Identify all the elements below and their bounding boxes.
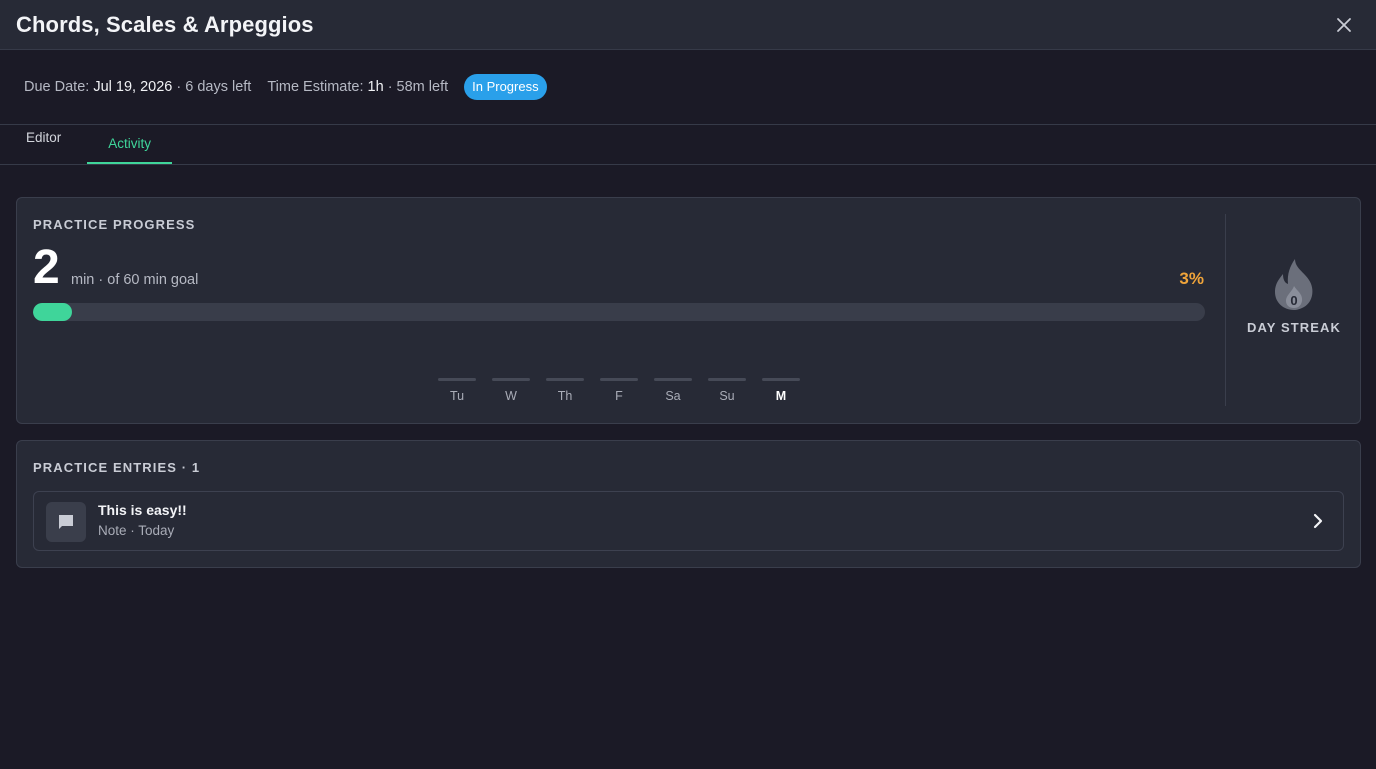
close-icon [1337, 18, 1351, 32]
modal-header: Chords, Scales & Arpeggios [0, 0, 1376, 50]
day-streak-label: DAY STREAK [1246, 320, 1342, 335]
task-meta: Due Date: Jul 19, 2026 · 6 days left Tim… [0, 50, 1376, 125]
progress-bar [33, 303, 1205, 321]
day-streak: 0 DAY STREAK [1226, 258, 1362, 335]
practice-goal-text: min · of 60 min goal [71, 272, 199, 288]
day-th: Th [546, 378, 584, 403]
close-button[interactable] [1334, 15, 1354, 35]
day-m: M [762, 378, 800, 403]
status-badge[interactable]: In Progress [464, 74, 547, 100]
day-tu: Tu [438, 378, 476, 403]
chevron-right-icon [1313, 513, 1323, 529]
practice-progress-card: PRACTICE PROGRESS 2 min · of 60 min goal… [16, 197, 1361, 424]
weekday-tracker: Tu W Th F Sa Su M [438, 378, 800, 403]
tab-activity[interactable]: Activity [87, 124, 173, 164]
due-date-value: Jul 19, 2026 [93, 79, 173, 95]
time-estimate-label: Time Estimate: [267, 79, 364, 95]
list-item[interactable]: This is easy!! Note · Today [33, 491, 1344, 551]
day-f: F [600, 378, 638, 403]
entry-title: This is easy!! [98, 502, 187, 518]
entry-icon-box [46, 502, 86, 542]
day-su: Su [708, 378, 746, 403]
tab-editor[interactable]: Editor [0, 124, 87, 164]
practice-minutes: 2 [33, 241, 60, 294]
entry-subtitle: Note · Today [98, 523, 175, 538]
flame-icon: 0 [1275, 259, 1313, 310]
practice-progress-label: PRACTICE PROGRESS [33, 217, 196, 232]
due-date-label: Due Date: [24, 79, 90, 95]
time-estimate-remaining: · 58m left [387, 79, 449, 95]
progress-percent: 3% [1179, 269, 1204, 288]
practice-entries-card: PRACTICE ENTRIES · 1 This is easy!! Note… [16, 440, 1361, 568]
progress-bar-fill [33, 303, 72, 321]
page-title: Chords, Scales & Arpeggios [16, 11, 314, 37]
comment-icon [59, 515, 73, 529]
due-date-remaining: · 6 days left [176, 79, 252, 95]
practice-entries-label: PRACTICE ENTRIES · 1 [33, 460, 201, 475]
day-w: W [492, 378, 530, 403]
streak-count: 0 [1290, 293, 1297, 308]
day-sa: Sa [654, 378, 692, 403]
time-estimate-value: 1h [367, 79, 384, 95]
tab-bar: Editor Activity [0, 125, 1376, 165]
